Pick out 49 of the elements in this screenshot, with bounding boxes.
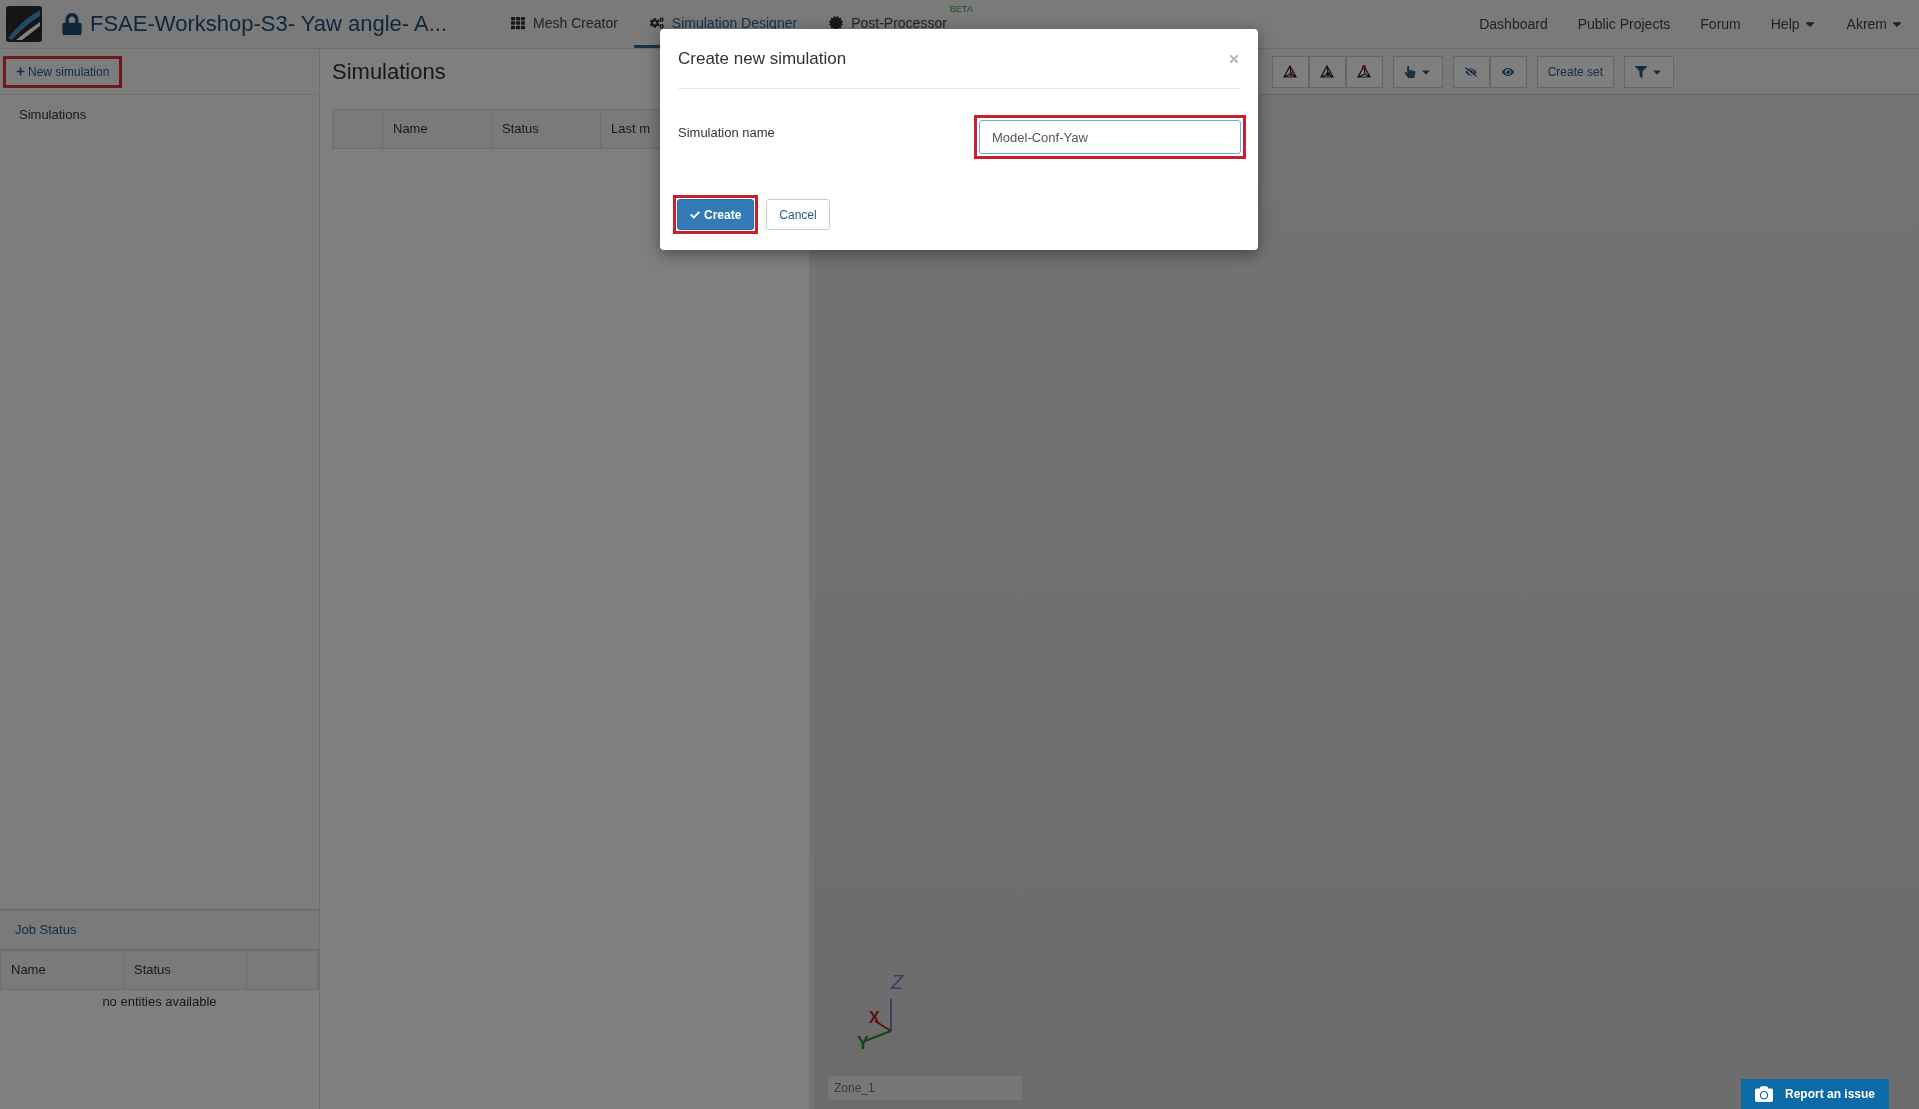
field-label: Simulation name — [678, 125, 775, 142]
report-issue-button[interactable]: Report an issue — [1740, 1079, 1889, 1109]
filter-icon — [1635, 65, 1647, 78]
panel-title: Simulations — [332, 59, 446, 85]
nav-tab[interactable]: Post-Processor — [813, 0, 949, 48]
simulation-name-field[interactable]: Model-Conf-Yaw — [979, 120, 1241, 154]
close-icon[interactable] — [1228, 52, 1240, 65]
lock-icon — [62, 13, 82, 35]
tetrahedron-button[interactable] — [1345, 55, 1383, 88]
column-header: Name — [383, 110, 492, 148]
panel-title: Job Status — [0, 910, 319, 950]
plus-icon — [16, 67, 25, 76]
cancel-button[interactable]: Cancel — [766, 199, 830, 230]
nav-link[interactable]: Akrem — [1831, 0, 1919, 48]
eye-slash-icon — [1465, 65, 1478, 78]
beta-label: BETA — [949, 4, 973, 14]
seal-icon — [829, 15, 844, 30]
show-button[interactable] — [1489, 55, 1527, 88]
tetrahedron-button[interactable] — [1271, 55, 1309, 88]
dialog-title: Create new simulation — [678, 48, 847, 69]
create-button[interactable]: Create — [677, 199, 755, 230]
column-header: Status — [492, 110, 601, 148]
tetrahedron-icon — [1283, 64, 1298, 79]
nav-tab[interactable]: Mesh Creator — [495, 0, 634, 48]
eye-icon — [1502, 65, 1515, 78]
nav-link[interactable]: Help — [1755, 0, 1832, 48]
check-icon — [690, 209, 700, 220]
project-title: FSAE-Workshop-S3- Yaw angle- A... — [90, 11, 448, 37]
hide-button[interactable] — [1452, 55, 1490, 88]
nav-link[interactable]: Forum — [1685, 0, 1756, 48]
zone-field[interactable]: Zone_1 — [827, 1075, 1023, 1101]
new-simulation-button[interactable]: New simulation — [3, 55, 123, 88]
empty-message: no entities available — [101, 993, 218, 1011]
filter-dropdown-button[interactable] — [1624, 55, 1674, 88]
column-header: Name — [1, 951, 124, 989]
column-header: Status — [124, 951, 247, 989]
camera-icon — [1754, 1085, 1773, 1103]
select-dropdown-button[interactable] — [1392, 55, 1443, 88]
tetrahedron-button[interactable] — [1308, 55, 1346, 88]
tree-item[interactable]: Simulations — [0, 95, 319, 134]
tetrahedron-icon — [1320, 64, 1335, 79]
nav-link[interactable]: Public Projects — [1562, 0, 1686, 48]
nav-link[interactable]: Dashboard — [1464, 0, 1563, 48]
gears-icon — [649, 15, 664, 30]
tetrahedron-icon — [1357, 64, 1372, 79]
grid-icon — [511, 15, 526, 30]
logo-icon — [6, 6, 42, 42]
pointer-icon — [1403, 65, 1416, 78]
create-set-button[interactable]: Create set — [1536, 55, 1614, 88]
